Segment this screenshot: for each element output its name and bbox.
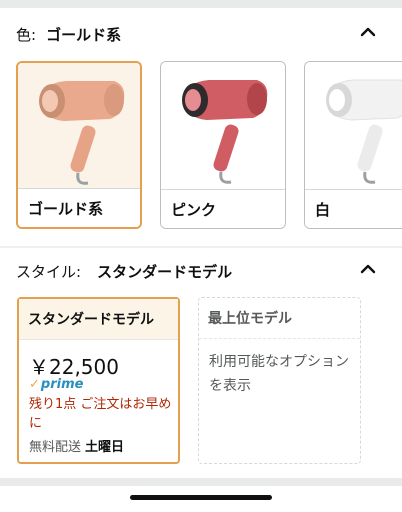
home-indicator — [130, 495, 272, 500]
style-option-title: スタンダードモデル — [19, 299, 178, 340]
shipping-info: 無料配送 土曜日 — [29, 436, 124, 455]
bottom-separator — [0, 478, 402, 486]
see-available-options-link[interactable]: 利用可能なオプションを表示 — [209, 350, 349, 398]
dryer-handle — [70, 125, 96, 173]
color-swatch-label: ピンク — [161, 189, 285, 228]
dryer-image-pink — [161, 62, 285, 190]
shipping-label: 無料配送 — [29, 440, 82, 455]
top-separator — [0, 0, 402, 8]
shipping-day: 土曜日 — [85, 440, 125, 455]
price: ￥22,500 — [29, 355, 119, 379]
style-selected-value: スタンダードモデル — [97, 262, 233, 281]
chevron-up-icon[interactable] — [358, 259, 378, 279]
section-divider — [0, 246, 402, 248]
color-swatch-label: ゴールド系 — [18, 188, 140, 227]
chevron-up-icon[interactable] — [358, 22, 378, 42]
dryer-image-white — [305, 62, 402, 190]
color-swatch-white[interactable]: 白 — [304, 61, 402, 229]
style-section-header: スタイル: スタンダードモデル — [16, 259, 232, 283]
stock-note: 残り1点 ご注文はお早めに — [29, 397, 172, 431]
color-swatch-pink[interactable]: ピンク — [160, 61, 286, 229]
style-option-title: 最上位モデル — [199, 298, 360, 339]
style-label: スタイル: — [16, 262, 82, 281]
color-swatch-label: 白 — [305, 189, 402, 228]
prime-check-icon: ✓ — [29, 377, 40, 392]
dryer-image-gold — [18, 63, 140, 191]
color-label: 色: — [16, 25, 37, 44]
prime-badge: ✓ prime — [29, 377, 83, 392]
prime-label: prime — [40, 377, 84, 392]
style-option-premium[interactable]: 最上位モデル 利用可能なオプションを表示 — [198, 297, 361, 464]
style-option-standard[interactable]: スタンダードモデル ￥22,500 ✓ prime 残り1点 ご注文はお早めに … — [17, 297, 180, 464]
color-selected-value: ゴールド系 — [46, 25, 122, 44]
color-swatch-gold[interactable]: ゴールド系 — [16, 61, 142, 229]
color-section-header: 色: ゴールド系 — [16, 22, 121, 46]
